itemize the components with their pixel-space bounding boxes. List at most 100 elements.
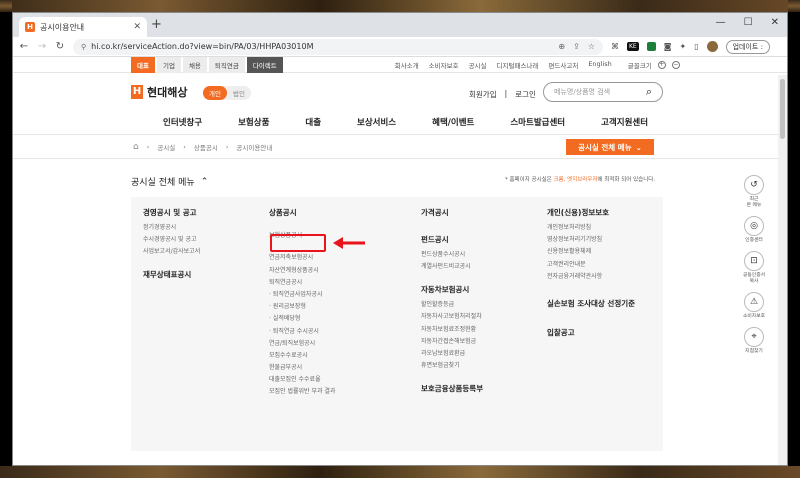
menu-link[interactable]: · 원리금보장형 xyxy=(269,301,335,310)
extension-badge-icon[interactable]: KE xyxy=(627,42,639,51)
rail-item-consumer[interactable]: ⚠ 소비자보호 xyxy=(739,292,769,320)
util-tab-recruit[interactable]: 채용 xyxy=(182,56,207,73)
menu-link[interactable]: 모집인 법률위반 부과 결과 xyxy=(269,386,335,395)
menu-link[interactable]: 현물급부공시 xyxy=(269,362,335,371)
site-logo[interactable]: H 현대해상 xyxy=(131,84,187,100)
menu-heading[interactable]: 보호금융상품등록부 xyxy=(421,383,483,394)
maximize-icon[interactable]: ☐ xyxy=(744,17,753,28)
util-link-about[interactable]: 회사소개 xyxy=(395,60,419,70)
font-decrease-icon[interactable]: − xyxy=(671,60,680,69)
menu-link[interactable]: 자동차사고보험처리절차 xyxy=(421,311,483,320)
rail-item-cert-copy[interactable]: ⊡ 공동인증서 복사 xyxy=(739,251,769,285)
breadcrumb-item[interactable]: 상품공시 xyxy=(194,142,218,152)
util-tab-main[interactable]: 대표 xyxy=(131,56,155,73)
reload-icon[interactable]: ↻ xyxy=(55,41,65,52)
update-button[interactable]: 업데이트 : xyxy=(725,39,770,54)
gnb-item-products[interactable]: 보험상품 xyxy=(238,116,269,128)
share-icon[interactable]: ⇪ xyxy=(573,42,580,51)
menu-link[interactable]: 자동차보험료조정현황 xyxy=(421,324,483,333)
close-window-icon[interactable]: ✕ xyxy=(771,17,779,28)
toggle-corporate[interactable]: 법인 xyxy=(227,86,251,100)
chevron-up-icon[interactable]: ⌃ xyxy=(201,177,209,187)
site-info-icon[interactable]: ⚲ xyxy=(81,43,86,51)
gnb-item-loan[interactable]: 대출 xyxy=(305,116,321,128)
menu-link[interactable]: 정기경영공시 xyxy=(143,222,200,231)
back-icon[interactable]: ← xyxy=(19,41,29,52)
menu-link[interactable]: 연금저축보험공시 xyxy=(269,252,335,261)
menu-heading[interactable]: 입찰공고 xyxy=(547,327,635,338)
bookmark-star-icon[interactable]: ☆ xyxy=(588,42,595,51)
menu-link[interactable]: 자산연계형상품공시 xyxy=(269,265,335,274)
disclosure-all-menu-button[interactable]: 공시실 전체 메뉴 ⌄ xyxy=(566,139,654,155)
puzzle-icon[interactable]: ✦ xyxy=(680,42,687,51)
tab-close-icon[interactable]: ✕ xyxy=(133,22,141,32)
menu-link[interactable]: 펀드상품수시공시 xyxy=(421,249,483,258)
rail-item-branch[interactable]: ⌖ 지점찾기 xyxy=(739,327,769,355)
gnb-item-internet[interactable]: 인터넷창구 xyxy=(163,116,202,128)
util-link-digital[interactable]: 디지털패스나래 xyxy=(497,60,539,70)
menu-heading[interactable]: 재무상태표공시 xyxy=(143,269,200,280)
search-icon[interactable]: ⌕ xyxy=(646,85,652,99)
site-search-input[interactable]: 메뉴명/상품명 검색 ⌕ xyxy=(543,82,663,102)
extension-icon[interactable]: ⌘ xyxy=(611,42,619,51)
address-bar[interactable]: ⚲ hi.co.kr/serviceAction.do?view=bin/PA/… xyxy=(73,38,603,55)
util-link-consumer[interactable]: 소비자보호 xyxy=(429,60,459,70)
login-link[interactable]: 로그인 xyxy=(515,89,536,100)
scrollbar-thumb[interactable] xyxy=(780,79,785,139)
menu-heading[interactable]: 가격공시 xyxy=(421,207,483,218)
toggle-personal[interactable]: 개인 xyxy=(203,86,227,100)
menu-link[interactable]: 전자금융거래약관사항 xyxy=(547,271,635,280)
menu-link[interactable]: 모집수수료공시 xyxy=(269,350,335,359)
menu-link[interactable]: · 퇴직연금 수시공시 xyxy=(269,326,335,335)
menu-link[interactable]: · 실적배당형 xyxy=(269,313,335,322)
sidepanel-icon[interactable]: ▯ xyxy=(694,42,698,51)
menu-link[interactable]: 퇴직연금공시 xyxy=(269,277,335,286)
join-link[interactable]: 회원가입 xyxy=(469,89,497,100)
menu-link[interactable]: 계열사펀드비교공시 xyxy=(421,261,483,270)
menu-heading[interactable]: 경영공시 및 공고 xyxy=(143,207,200,218)
menu-link[interactable]: 수시경영공시 및 공고 xyxy=(143,234,200,243)
rail-item-cert-center[interactable]: ◎ 인증센터 xyxy=(739,216,769,244)
util-tab-pension[interactable]: 퇴직연금 xyxy=(208,56,245,73)
util-tab-direct[interactable]: 다이렉트 xyxy=(246,56,283,73)
gnb-item-claims[interactable]: 보상서비스 xyxy=(357,116,396,128)
rail-item-recent[interactable]: ↺ 최근 본 메뉴 xyxy=(739,175,769,209)
forward-icon[interactable]: → xyxy=(37,41,47,52)
menu-link[interactable]: 영상정보처리기기방침 xyxy=(547,234,635,243)
page-scrollbar[interactable] xyxy=(778,75,787,465)
menu-link[interactable]: 개인정보처리방침 xyxy=(547,222,635,231)
util-tab-corporate[interactable]: 기업 xyxy=(156,56,181,73)
util-link-disclosure[interactable]: 공시실 xyxy=(469,60,487,70)
menu-heading[interactable]: 펀드공시 xyxy=(421,234,483,245)
menu-link[interactable]: 고객권리안내문 xyxy=(547,259,635,268)
gnb-item-events[interactable]: 혜택/이벤트 xyxy=(432,116,474,128)
menu-heading[interactable]: 자동차보험공시 xyxy=(421,284,483,295)
extension-green-icon[interactable] xyxy=(646,42,656,51)
profile-avatar[interactable] xyxy=(706,41,718,52)
zoom-icon[interactable]: ⊕ xyxy=(558,42,565,51)
gnb-item-support[interactable]: 고객지원센터 xyxy=(601,116,648,128)
menu-heading[interactable]: 상품공시 xyxy=(269,207,335,218)
new-tab-button[interactable]: + xyxy=(151,18,162,32)
menu-link[interactable]: 대출모집인 수수료율 xyxy=(269,374,335,383)
menu-link[interactable]: 휴면보험금찾기 xyxy=(421,360,483,369)
menu-link[interactable]: 할인할증등급 xyxy=(421,299,483,308)
util-link-fund[interactable]: 편드사고처 xyxy=(548,60,578,70)
home-icon[interactable]: ⌂ xyxy=(133,142,139,152)
font-increase-icon[interactable]: + xyxy=(657,60,666,69)
menu-link[interactable]: 과오납보험료환급 xyxy=(421,348,483,357)
minimize-icon[interactable]: — xyxy=(716,17,726,28)
browser-tab[interactable]: H 공시이용안내 ✕ xyxy=(19,17,147,37)
menu-link[interactable]: 연금/퇴직보험공시 xyxy=(269,338,335,347)
gnb-item-smart-issue[interactable]: 스마트발급센터 xyxy=(510,116,565,128)
menu-link[interactable]: 사업보고서/감사보고서 xyxy=(143,246,200,255)
menu-heading[interactable]: 개인(신용)정보보호 xyxy=(547,207,635,218)
breadcrumb-item[interactable]: 공시실 xyxy=(157,142,175,152)
menu-link[interactable]: 신용정보활용체제 xyxy=(547,246,635,255)
section-title[interactable]: 공시실 전체 메뉴 ⌃ xyxy=(131,175,209,189)
breadcrumb-item[interactable]: 공시이용안내 xyxy=(236,142,272,152)
menu-heading[interactable]: 실손보험 조사대상 선정기준 xyxy=(547,298,635,309)
util-link-english[interactable]: English xyxy=(588,60,611,70)
menu-link[interactable]: 자동차간접손해보험금 xyxy=(421,336,483,345)
camera-extension-icon[interactable]: ◙ xyxy=(664,42,672,51)
